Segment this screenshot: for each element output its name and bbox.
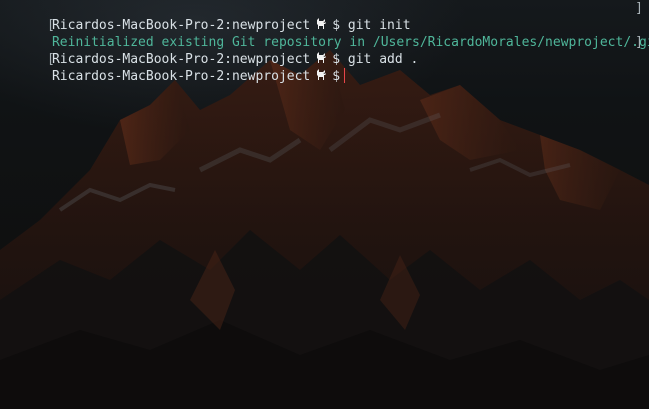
terminal-line-active[interactable]: Ricardos-MacBook-Pro-2:newproject $ [0,51,649,84]
text-cursor[interactable] [344,68,346,83]
terminal-line: [Ricardos-MacBook-Pro-2:newproject $ git … [0,0,649,33]
terminal-line: Reinitialized existing Git repository in… [0,17,649,50]
terminal-window[interactable]: [Ricardos-MacBook-Pro-2:newproject $ git … [0,0,649,409]
terminal-output[interactable]: [Ricardos-MacBook-Pro-2:newproject $ git … [0,0,649,84]
line-end-mark: ] [635,35,643,50]
terminal-line: [Ricardos-MacBook-Pro-2:newproject $ git … [0,34,649,67]
prompt-symbol: $ [332,69,341,84]
goat-icon [317,69,327,80]
line-end-mark: ] [635,1,643,16]
prompt-host: Ricardos-MacBook-Pro-2:newproject [51,69,311,84]
